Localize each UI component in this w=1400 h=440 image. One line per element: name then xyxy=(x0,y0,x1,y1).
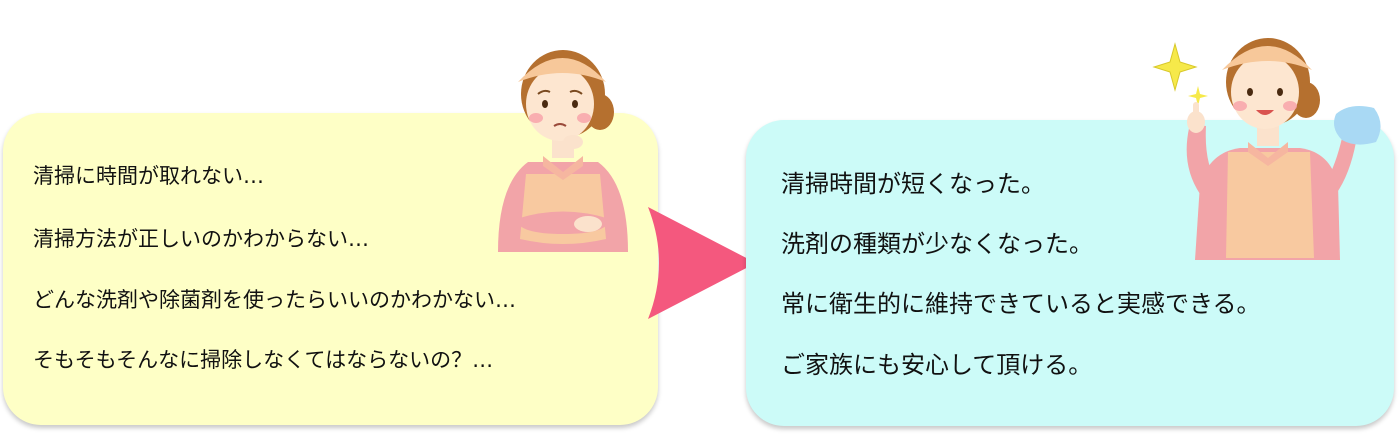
happy-housekeeper-icon xyxy=(1152,38,1381,260)
before-line-4: そもそもそんなに掃除しなくてはならないの？… xyxy=(33,348,494,372)
cleaning-cloth-icon xyxy=(1334,106,1381,145)
before-line-3: どんな洗剤や除菌剤を使ったらいいのかわかない… xyxy=(33,288,516,312)
before-line-2: 清掃方法が正しいのかわからない… xyxy=(33,227,369,251)
before-line-1: 清掃に時間が取れない… xyxy=(33,164,264,188)
right-arrow-icon xyxy=(648,207,756,319)
after-line-4: ご家族にも安心して頂ける。 xyxy=(781,351,1093,379)
after-line-2: 洗剤の種類が少なくなった。 xyxy=(781,230,1093,258)
after-line-1: 清掃時間が短くなった。 xyxy=(781,170,1045,198)
worried-housekeeper-icon xyxy=(498,50,628,252)
after-line-3: 常に衛生的に維持できていると実感できる。 xyxy=(781,290,1261,318)
sparkle-icon xyxy=(1152,42,1208,106)
